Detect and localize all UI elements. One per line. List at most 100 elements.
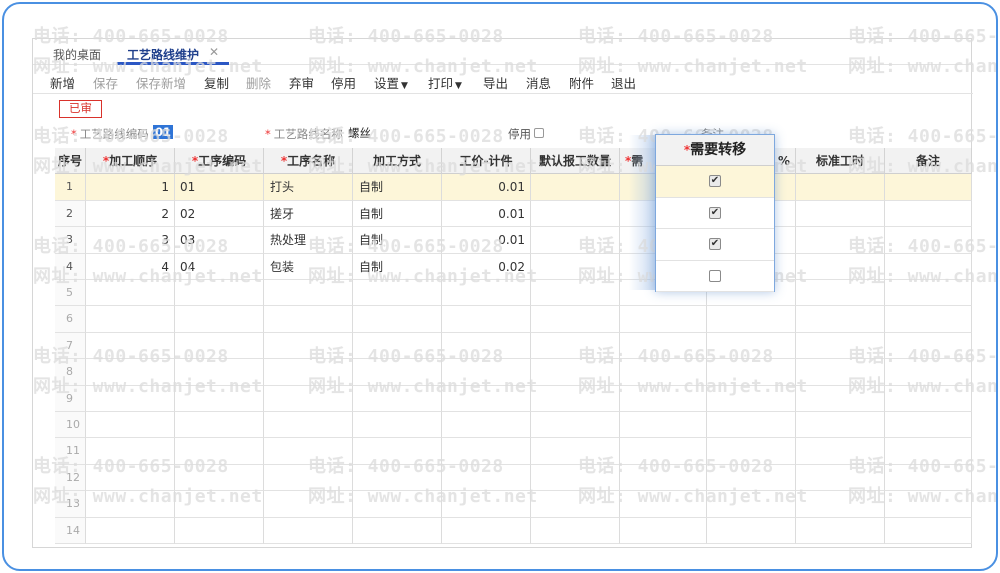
- empty-cell[interactable]: [353, 438, 442, 465]
- process-code-cell[interactable]: 01: [175, 174, 264, 201]
- column-header[interactable]: 工价-计件: [442, 148, 531, 175]
- empty-cell[interactable]: [86, 491, 175, 518]
- empty-cell[interactable]: [885, 464, 972, 492]
- empty-cell[interactable]: [353, 517, 442, 544]
- table-row[interactable]: 11: [55, 438, 972, 465]
- empty-cell[interactable]: [86, 280, 175, 307]
- empty-cell[interactable]: [175, 385, 264, 412]
- empty-cell[interactable]: [531, 517, 620, 544]
- standard-hours-cell[interactable]: [796, 227, 885, 254]
- empty-cell[interactable]: [531, 412, 620, 439]
- exit-button[interactable]: 退出: [611, 73, 636, 92]
- standard-hours-cell[interactable]: [796, 253, 885, 280]
- empty-cell[interactable]: [885, 412, 972, 439]
- empty-cell[interactable]: [885, 332, 972, 360]
- empty-cell[interactable]: [442, 385, 531, 412]
- checked-checkbox[interactable]: ✔: [709, 206, 721, 219]
- unapprove-button[interactable]: 弃审: [289, 73, 314, 92]
- table-row[interactable]: 3303热处理自制0.010%: [55, 227, 972, 254]
- empty-cell[interactable]: [175, 517, 264, 544]
- sequence-cell[interactable]: 2: [86, 200, 175, 228]
- process-name-cell[interactable]: 打头: [264, 174, 353, 201]
- empty-cell[interactable]: [86, 517, 175, 544]
- remark-cell[interactable]: [885, 174, 972, 201]
- empty-cell[interactable]: [264, 359, 353, 386]
- close-icon[interactable]: ✕: [209, 45, 219, 59]
- save-new-button[interactable]: 保存新增: [136, 73, 186, 92]
- empty-cell[interactable]: [620, 412, 707, 439]
- empty-cell[interactable]: [531, 306, 620, 333]
- empty-cell[interactable]: [885, 491, 972, 518]
- piece-price-cell[interactable]: 0.01: [442, 174, 531, 201]
- empty-cell[interactable]: [885, 385, 972, 412]
- empty-cell[interactable]: [264, 306, 353, 333]
- empty-cell[interactable]: [86, 359, 175, 386]
- empty-cell[interactable]: [442, 412, 531, 439]
- empty-cell[interactable]: [175, 280, 264, 307]
- empty-cell[interactable]: [264, 280, 353, 307]
- empty-cell[interactable]: [531, 491, 620, 518]
- empty-cell[interactable]: [353, 412, 442, 439]
- empty-cell[interactable]: [86, 412, 175, 439]
- empty-cell[interactable]: [264, 438, 353, 465]
- empty-cell[interactable]: [707, 359, 796, 386]
- empty-cell[interactable]: [175, 306, 264, 333]
- print-button[interactable]: 打印 ▼: [428, 73, 462, 92]
- empty-cell[interactable]: [353, 491, 442, 518]
- default-qty-cell[interactable]: [531, 174, 620, 201]
- disable-button[interactable]: 停用: [331, 73, 356, 92]
- empty-cell[interactable]: [442, 464, 531, 492]
- empty-cell[interactable]: [707, 332, 796, 360]
- route-code-field[interactable]: 01: [153, 125, 174, 139]
- attachment-button[interactable]: 附件: [569, 73, 594, 92]
- empty-cell[interactable]: [353, 306, 442, 333]
- empty-cell[interactable]: [796, 412, 885, 439]
- column-header[interactable]: 标准工时: [796, 148, 885, 175]
- empty-cell[interactable]: [796, 464, 885, 492]
- empty-cell[interactable]: [86, 385, 175, 412]
- column-header[interactable]: 备注: [885, 148, 972, 175]
- piece-price-cell[interactable]: 0.01: [442, 227, 531, 254]
- empty-cell[interactable]: [531, 385, 620, 412]
- empty-cell[interactable]: [796, 332, 885, 360]
- empty-cell[interactable]: [264, 464, 353, 492]
- empty-cell[interactable]: [796, 385, 885, 412]
- empty-cell[interactable]: [531, 359, 620, 386]
- table-row[interactable]: 14: [55, 517, 972, 544]
- settings-button[interactable]: 设置 ▼: [374, 73, 408, 92]
- standard-hours-cell[interactable]: [796, 174, 885, 201]
- remark-cell[interactable]: [885, 227, 972, 254]
- table-row[interactable]: 12: [55, 464, 972, 492]
- remark-cell[interactable]: [885, 253, 972, 280]
- empty-cell[interactable]: [175, 412, 264, 439]
- table-row[interactable]: 13: [55, 491, 972, 518]
- process-code-cell[interactable]: 02: [175, 200, 264, 228]
- empty-cell[interactable]: [707, 385, 796, 412]
- table-row[interactable]: 2202搓牙自制0.010%: [55, 200, 972, 228]
- table-row[interactable]: 8: [55, 359, 972, 386]
- empty-cell[interactable]: [885, 517, 972, 544]
- checked-checkbox[interactable]: ✔: [709, 175, 721, 187]
- default-qty-cell[interactable]: [531, 227, 620, 254]
- table-row[interactable]: 1101打头自制0.010%: [55, 174, 972, 201]
- empty-cell[interactable]: [885, 306, 972, 333]
- empty-cell[interactable]: [442, 491, 531, 518]
- table-row[interactable]: 7: [55, 332, 972, 360]
- export-button[interactable]: 导出: [483, 73, 508, 92]
- delete-button[interactable]: 删除: [246, 73, 271, 92]
- message-button[interactable]: 消息: [526, 73, 551, 92]
- empty-cell[interactable]: [86, 438, 175, 465]
- process-mode-cell[interactable]: 自制: [353, 174, 442, 201]
- column-header[interactable]: *工序名称: [264, 148, 353, 175]
- tab-route-maintenance[interactable]: 工艺路线维护: [127, 46, 199, 63]
- empty-cell[interactable]: [175, 464, 264, 492]
- sequence-cell[interactable]: 4: [86, 253, 175, 280]
- empty-cell[interactable]: [442, 359, 531, 386]
- process-mode-cell[interactable]: 自制: [353, 253, 442, 280]
- empty-cell[interactable]: [264, 332, 353, 360]
- new-button[interactable]: 新增: [50, 73, 75, 92]
- empty-cell[interactable]: [442, 280, 531, 307]
- empty-cell[interactable]: [353, 385, 442, 412]
- empty-cell[interactable]: [796, 306, 885, 333]
- process-name-cell[interactable]: 搓牙: [264, 200, 353, 228]
